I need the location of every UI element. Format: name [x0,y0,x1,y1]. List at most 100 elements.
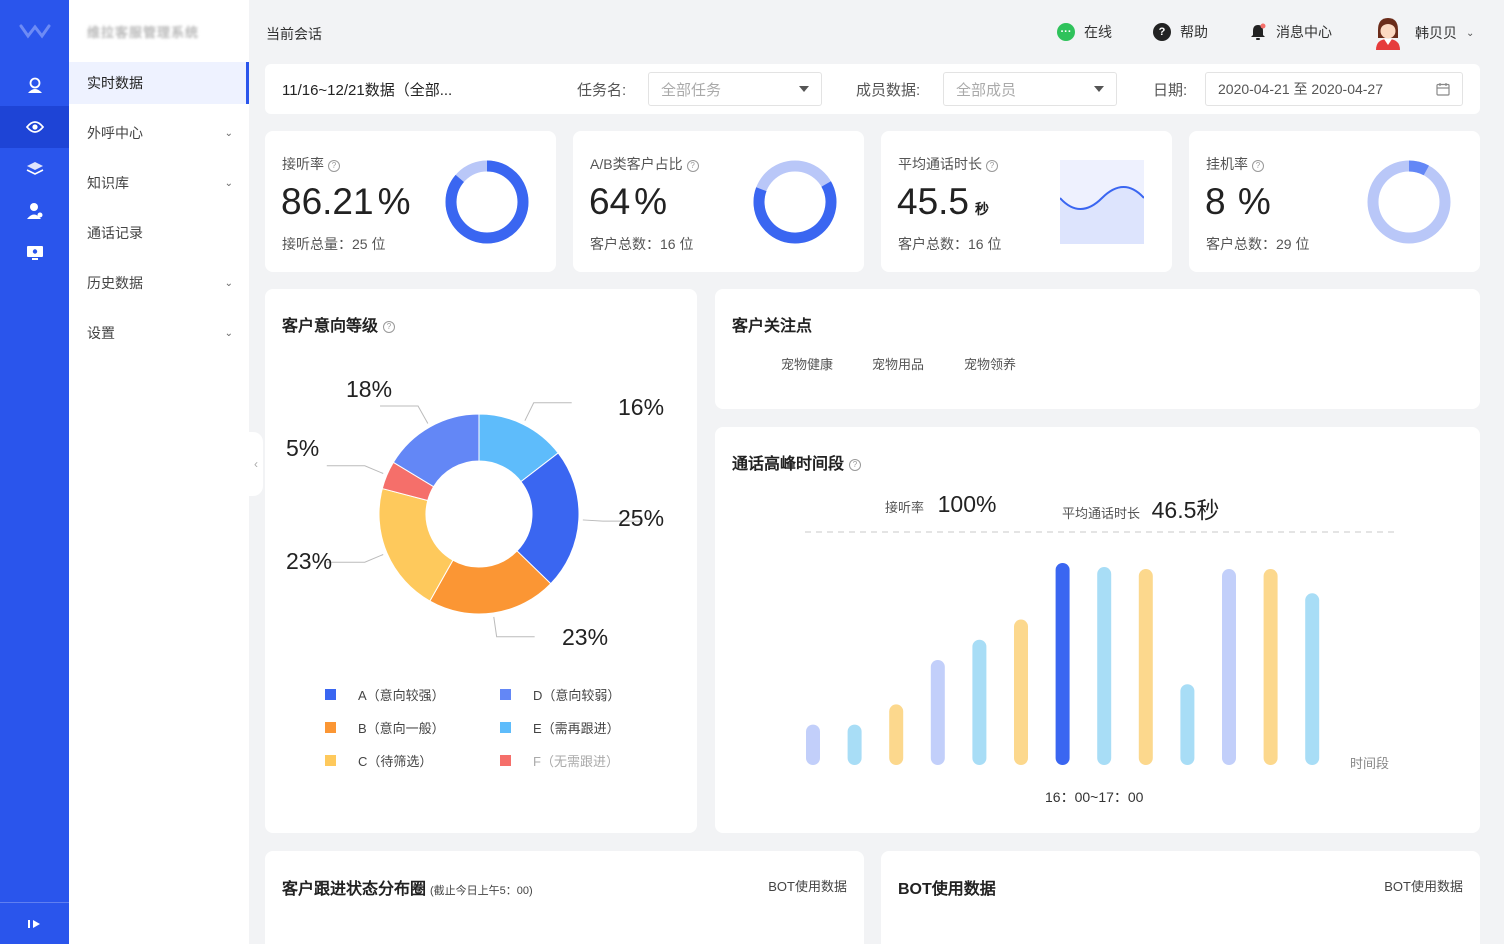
task-select-value: 全部任务 [661,81,722,99]
bot-usage-card: BOT使用数据 BOT使用数据 [881,851,1480,944]
kpi-unit: % [634,181,668,222]
legend-label: F（无需跟进） [533,754,619,769]
kpi-title: 平均通话时长 [898,156,982,172]
bar[interactable] [1014,619,1028,765]
legend-item[interactable]: B（意向一般） [325,718,445,737]
help-link[interactable]: ? 帮助 [1153,22,1208,42]
bar[interactable] [1222,569,1236,765]
info-icon[interactable]: ? [686,160,699,172]
focus-tag[interactable]: 宠物用品 [872,354,924,373]
info-icon[interactable]: ? [1252,160,1264,172]
focus-title: 客户关注点 [732,318,813,335]
bot-title: BOT使用数据 [898,881,996,898]
collapse-sidebar-button[interactable]: ‹ [249,432,263,496]
sidebar-item[interactable]: 知识库 ⌄ [69,158,249,208]
kpi-title: 接听率 [282,156,324,172]
legend-swatch [325,755,336,766]
intent-title: 客户意向等级 [282,318,379,335]
kpi-unit: 秒 [975,201,990,217]
sidebar-item-label: 知识库 [87,175,129,191]
kpi-value: 64 [589,181,631,222]
bar[interactable] [1263,569,1278,765]
message-center-label: 消息中心 [1276,24,1332,40]
focus-tag[interactable]: 宠物领养 [964,354,1016,373]
app-brand: 维拉客服管理系统 [87,24,200,40]
chevron-down-icon: ⌄ [224,177,233,189]
kpi-unit: % [377,181,411,222]
bar[interactable] [1305,593,1320,765]
help-label: 帮助 [1180,24,1208,40]
task-label: 任务名: [577,82,627,99]
pie-label: 5% [286,435,320,461]
legend-label: B（意向一般） [358,721,445,736]
kpi-subtext: 接听总量：25 位 [282,236,386,252]
sidebar-item[interactable]: 实时数据 [69,62,249,104]
rail-user-icon[interactable] [0,190,69,232]
bot-data-link[interactable]: BOT使用数据 [768,876,847,895]
bar-selected[interactable] [1055,563,1070,765]
pie-leader-line [326,554,384,563]
kpi-card-hangup-rate: 挂机率? 8 % 客户总数：29 位 [1189,131,1480,272]
sidebar-item[interactable]: 通话记录 [69,208,249,258]
kpi-value: 86.21 [281,181,374,222]
focus-tag[interactable]: 宠物健康 [781,354,833,373]
kpi-subtext: 客户总数：16 位 [898,236,1002,252]
logo-icon [0,0,69,62]
legend-item[interactable]: E（需再跟进） [500,718,620,737]
calendar-icon [1436,83,1450,96]
online-status[interactable]: ··· 在线 [1057,22,1112,42]
expand-rail-button[interactable] [0,902,69,944]
side-navigation: 维拉客服管理系统 实时数据 外呼中心 ⌄ 知识库 ⌄ 通话记录 历史数据 ⌄ 设置 ⌄ [69,0,249,944]
pie-label: 23% [286,548,333,574]
peak-bar-chart [805,531,1395,765]
bot-data-link[interactable]: BOT使用数据 [1384,876,1463,895]
info-icon[interactable]: ? [328,160,340,172]
legend-swatch [500,722,511,733]
ring-chart [445,160,529,244]
user-menu[interactable]: 韩贝贝 ⌄ [1373,16,1474,50]
task-select[interactable]: 全部任务 [648,72,822,106]
rail-eye-icon[interactable] [0,106,69,148]
bar[interactable] [1180,684,1195,765]
legend-item[interactable]: F（无需跟进） [500,751,619,770]
date-range-picker[interactable]: 2020-04-21 至 2020-04-27 [1205,72,1463,106]
rail-monitor-icon[interactable] [0,232,69,274]
member-select[interactable]: 全部成员 [943,72,1117,106]
icon-rail [0,0,69,944]
bar[interactable] [806,724,820,765]
legend-label: E（需再跟进） [533,721,620,736]
kpi-subtext: 客户总数：29 位 [1206,236,1310,252]
kpi-unit: % [1227,181,1271,222]
bar[interactable] [1097,567,1112,765]
chevron-down-icon: ⌄ [224,127,233,139]
selected-time-label: 16：00~17：00 [1045,789,1144,805]
message-center-link[interactable]: 消息中心 [1249,22,1332,42]
ring-chart [1367,160,1451,244]
legend-label: A（意向较强） [358,688,445,703]
info-icon[interactable]: ? [383,321,396,333]
bar[interactable] [972,639,987,765]
bar[interactable] [889,704,904,765]
pie-label: 16% [618,394,665,420]
sidebar-item[interactable]: 历史数据 ⌄ [69,258,249,308]
sidebar-item[interactable]: 设置 ⌄ [69,308,249,358]
legend-item[interactable]: C（待筛选） [325,751,432,770]
sidebar-item[interactable]: 外呼中心 ⌄ [69,108,249,158]
legend-item[interactable]: D（意向较弱） [500,685,620,704]
legend-item[interactable]: A（意向较强） [325,685,445,704]
legend-swatch [500,755,511,766]
pie-leader-line [380,405,429,424]
bar[interactable] [1138,569,1153,765]
sidebar-item-label: 设置 [87,325,115,341]
bar[interactable] [930,659,945,765]
kpi-title: A/B类客户占比 [590,156,683,172]
rail-layers-icon[interactable] [0,148,69,190]
member-select-value: 全部成员 [956,81,1017,99]
bar[interactable] [847,724,862,765]
info-icon[interactable]: ? [986,160,998,172]
kpi-card-avg-duration: 平均通话时长? 45.5 秒 客户总数：16 位 [881,131,1172,272]
data-range-title: 11/16~12/21数据（全部... [282,82,453,99]
chevron-down-icon: ⌄ [1466,27,1475,39]
rail-agent-icon[interactable] [0,64,69,106]
kpi-value: 8 [1205,181,1226,222]
